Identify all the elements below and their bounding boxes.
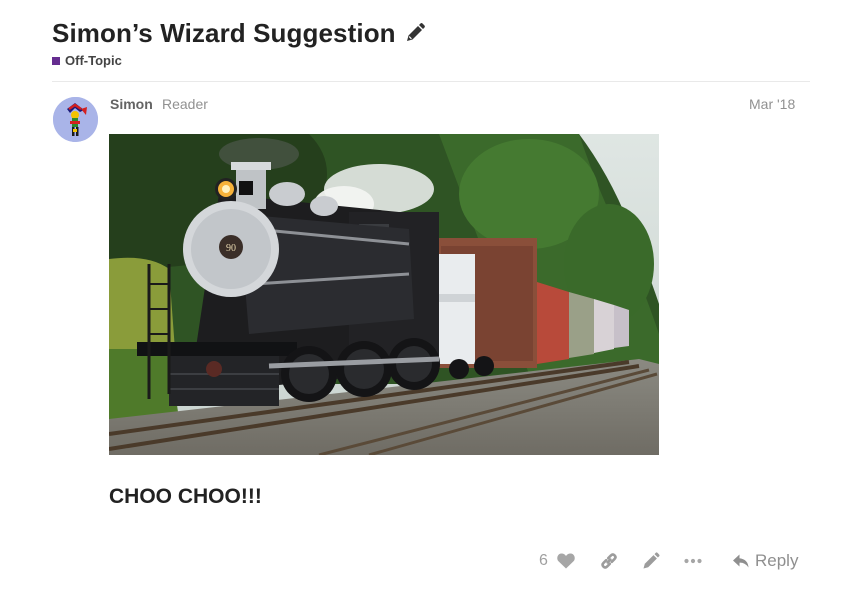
reply-arrow-icon [732,552,750,570]
more-options-icon[interactable] [683,551,703,571]
category-badge[interactable]: Off-Topic [52,53,122,68]
pencil-icon[interactable] [404,22,426,44]
link-icon[interactable] [599,551,619,571]
category-color-swatch [52,56,60,65]
topic-title[interactable]: Simon’s Wizard Suggestion [52,18,396,49]
poster-name[interactable]: Simon [110,96,153,112]
like-count[interactable]: 6 [539,552,548,570]
post-date[interactable]: Mar '18 [749,96,795,112]
post-image[interactable]: 90 [109,134,659,455]
edit-pencil-icon[interactable] [641,551,661,571]
topic-title-row: Simon’s Wizard Suggestion [52,15,426,51]
header-divider [52,81,810,82]
avatar[interactable] [53,97,98,142]
svg-text:90: 90 [226,243,236,254]
heart-icon[interactable] [556,551,576,571]
category-name: Off-Topic [65,53,122,68]
poster-title: Reader [162,96,208,112]
reply-button[interactable]: Reply [732,551,798,571]
reply-label: Reply [755,551,799,570]
post-body-text: CHOO CHOO!!! [109,485,262,508]
